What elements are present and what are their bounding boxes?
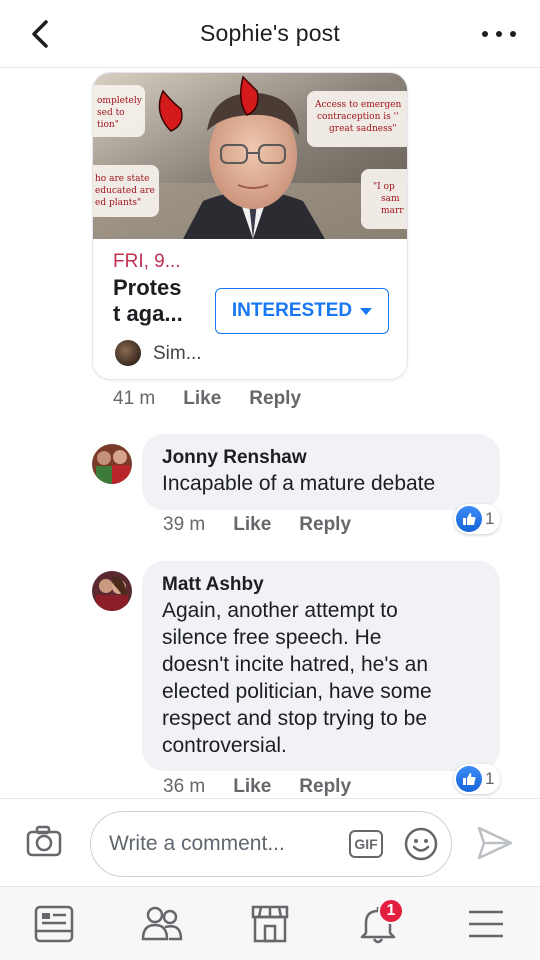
interested-button[interactable]: INTERESTED [215,288,389,334]
event-title-line: Protes [113,275,182,300]
caret-down-icon [360,307,373,315]
like-button[interactable]: Like [233,776,271,798]
like-button[interactable]: Like [183,388,221,410]
comment-text-line: silence free speech. He [162,626,382,649]
thumbs-up-icon [456,506,482,532]
like-button[interactable]: Like [233,514,271,536]
svg-text:ho are state: ho are state [95,174,149,184]
comment-author[interactable]: Jonny Renshaw [162,446,480,470]
avatar[interactable] [92,571,132,611]
svg-text:contraception is '': contraception is '' [317,112,399,122]
svg-text:marr: marr [381,206,404,216]
comment-input[interactable] [109,826,339,862]
thumbs-up-icon [456,766,482,792]
friends-icon[interactable] [132,894,192,954]
gif-button[interactable]: GIF [349,830,383,858]
news-feed-icon[interactable] [24,894,84,954]
more-options-icon[interactable] [482,22,516,46]
comment-text-line: Again, another attempt to [162,599,398,622]
post-meta: 41 m Like Reply [113,388,301,410]
event-host-name: Sim... [153,343,202,364]
reply-button[interactable]: Reply [249,388,301,410]
svg-text:tion": tion" [97,120,119,130]
svg-text:educated are: educated are [95,186,155,196]
svg-text:sed to: sed to [97,108,125,118]
post-time: 41 m [113,388,156,409]
reaction-number: 1 [485,769,495,788]
smiley-icon[interactable] [403,826,439,867]
notification-badge: 1 [378,897,404,924]
marketplace-icon[interactable] [240,894,300,954]
reply-button[interactable]: Reply [299,776,351,798]
comment-time: 39 m [163,514,206,535]
comment-text-line: doesn't incite hatred, he's an [162,653,429,676]
comment-time: 36 m [163,776,206,797]
shared-event-card[interactable]: ompletely sed to tion" Access to emergen… [92,72,408,380]
comment-meta: 36 m Like Reply [163,776,351,798]
reply-button[interactable]: Reply [299,514,351,536]
svg-text:Access to emergen: Access to emergen [314,100,401,110]
comment-text: Incapable of a mature debate [162,472,436,495]
event-date: FRI, 9... [113,251,181,272]
interested-label: INTERESTED [231,300,353,321]
comment-bubble[interactable]: Matt Ashby Again, another attempt to sil… [142,561,500,771]
event-host-avatar [115,340,141,366]
svg-text:sam: sam [381,194,400,204]
svg-text:"I op: "I op [373,182,395,192]
camera-icon[interactable] [26,825,62,862]
comment-composer: GIF [0,798,540,886]
comment-text-line: respect and stop trying to be [162,707,427,730]
svg-text:great sadness": great sadness" [329,124,396,134]
svg-text:ompletely: ompletely [97,96,143,106]
svg-text:ed plants": ed plants" [95,198,141,208]
avatar[interactable] [92,444,132,484]
menu-icon[interactable] [456,894,516,954]
send-icon[interactable] [476,825,514,866]
comment-input-container[interactable]: GIF [90,811,452,877]
reaction-number: 1 [485,509,495,528]
reaction-count[interactable]: 1 [454,764,501,794]
bottom-nav: 1 [0,886,540,960]
notifications-bell-icon[interactable]: 1 [348,894,408,954]
page-title: Sophie's post [200,20,340,46]
comment-author[interactable]: Matt Ashby [162,573,480,597]
comment-bubble[interactable]: Jonny Renshaw Incapable of a mature deba… [142,434,500,510]
top-bar: Sophie's post [0,0,540,68]
comment-meta: 39 m Like Reply [163,514,351,536]
event-cover-image: ompletely sed to tion" Access to emergen… [93,73,407,239]
reaction-count[interactable]: 1 [454,504,501,534]
comment-text-line: controversial. [162,734,287,757]
comment-text-line: elected politician, have some [162,680,432,703]
event-title-line: t aga... [113,301,183,326]
event-title: Protes t aga... [113,275,203,327]
